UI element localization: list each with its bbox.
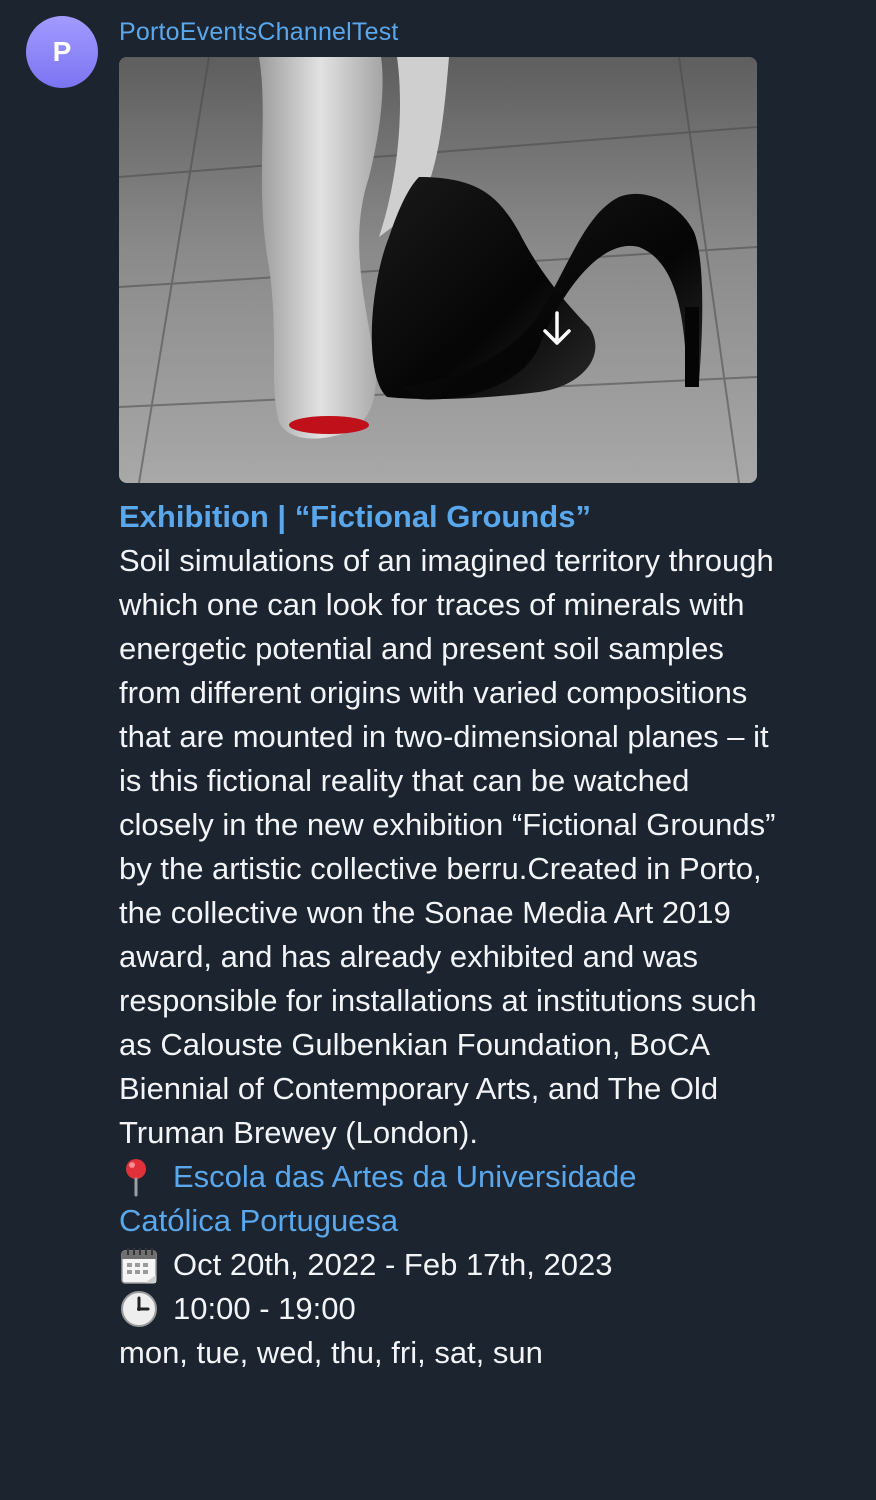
spiral-calendar-icon xyxy=(119,1245,161,1285)
channel-name[interactable]: PortoEventsChannelTest xyxy=(119,18,399,47)
message-body: Soil simulations of an imagined territor… xyxy=(119,543,776,1150)
location-link-line1[interactable]: Escola das Artes da Universidade xyxy=(173,1155,637,1199)
event-days: mon, tue, wed, thu, fri, sat, sun xyxy=(119,1335,543,1370)
round-pushpin-icon xyxy=(119,1157,161,1197)
message-text: Exhibition | “Fictional Grounds” Soil si… xyxy=(119,495,779,1375)
location-row: Escola das Artes da Universidade Católic… xyxy=(119,1155,779,1243)
message-title: Exhibition | “Fictional Grounds” xyxy=(119,499,591,534)
hours-row: 10:00 - 19:00 xyxy=(119,1287,779,1331)
download-button[interactable] xyxy=(528,307,586,351)
dates-row: Oct 20th, 2022 - Feb 17th, 2023 xyxy=(119,1243,779,1287)
message-avatar[interactable]: P xyxy=(26,16,98,88)
download-arrow-icon xyxy=(543,311,571,345)
event-dates: Oct 20th, 2022 - Feb 17th, 2023 xyxy=(173,1247,613,1282)
avatar-initial: P xyxy=(52,36,72,67)
location-link-line2[interactable]: Católica Portuguesa xyxy=(119,1199,779,1243)
message-photo[interactable] xyxy=(119,57,757,483)
clock-icon xyxy=(119,1289,161,1329)
event-hours: 10:00 - 19:00 xyxy=(173,1291,356,1326)
